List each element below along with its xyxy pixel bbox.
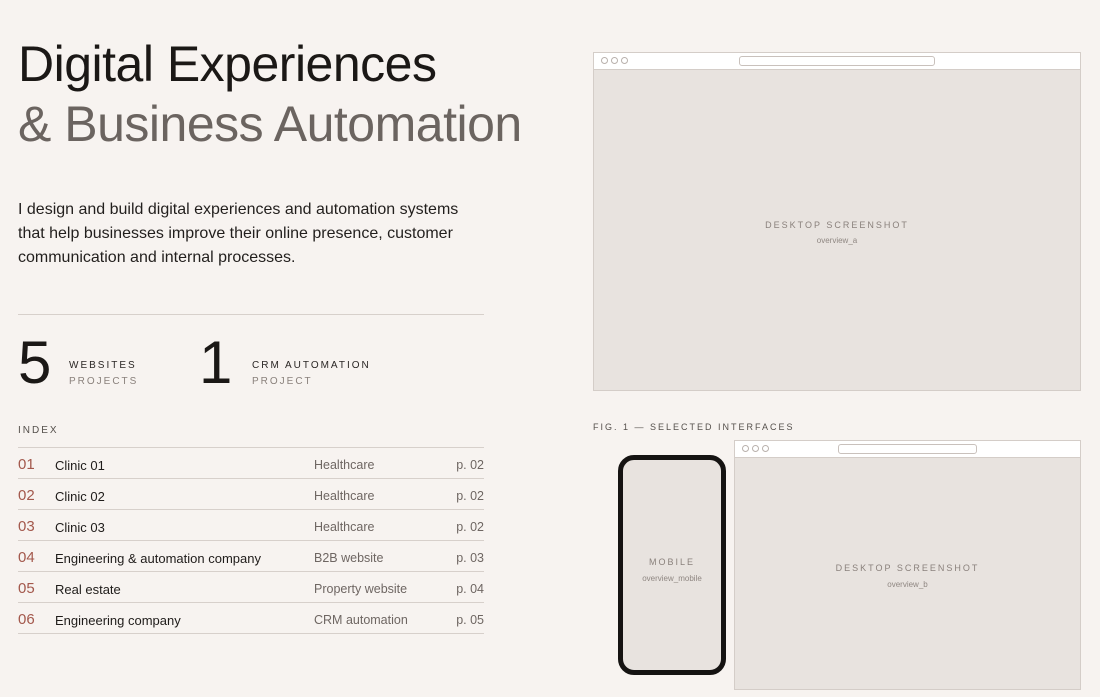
stat-sublabel: PROJECT <box>252 376 313 387</box>
index-number: 02 <box>18 487 35 504</box>
index-row[interactable]: 03 Clinic 03 Healthcare p. 02 <box>18 509 484 540</box>
stat-number: 1 <box>199 329 233 396</box>
index-page: p. 02 <box>456 489 484 503</box>
index-table: 01 Clinic 01 Healthcare p. 02 02 Clinic … <box>18 447 484 634</box>
window-dot-icon <box>742 445 749 452</box>
mobile-label: MOBILE <box>648 557 695 567</box>
intro-text: I design and build digital experiences a… <box>18 201 459 266</box>
index-project-name: Clinic 03 <box>55 520 105 535</box>
index-number: 04 <box>18 549 35 566</box>
index-category: Property website <box>314 582 408 596</box>
window-dot-icon <box>621 57 628 64</box>
index-number: 06 <box>18 611 35 628</box>
screenshot-sublabel: overview_a <box>816 236 858 245</box>
index-page: p. 02 <box>456 458 484 472</box>
index-category: Healthcare <box>314 458 375 472</box>
screenshot-sublabel: overview_b <box>887 580 928 589</box>
index-row[interactable]: 04 Engineering & automation company B2B … <box>18 540 484 571</box>
index-project-name: Clinic 01 <box>55 458 105 473</box>
screenshot-label: DESKTOP SCREENSHOT <box>835 563 980 573</box>
index-category: CRM automation <box>314 613 408 627</box>
stat-number: 5 <box>18 329 52 396</box>
desktop-mockup-b: DESKTOP SCREENSHOT overview_b <box>734 440 1081 690</box>
stat-label: WEBSITES <box>69 360 137 371</box>
index-project-name: Engineering company <box>55 613 181 628</box>
stat-label: CRM AUTOMATION <box>252 360 371 371</box>
index-page: p. 02 <box>456 520 484 534</box>
figure-caption: FIG. 1 — SELECTED INTERFACES <box>593 422 795 432</box>
index-row[interactable]: 05 Real estate Property website p. 04 <box>18 571 484 602</box>
window-dot-icon <box>601 57 608 64</box>
index-row[interactable]: 02 Clinic 02 Healthcare p. 02 <box>18 478 484 509</box>
index-project-name: Clinic 02 <box>55 489 105 504</box>
index-row[interactable]: 06 Engineering company CRM automation p.… <box>18 602 484 634</box>
index-number: 05 <box>18 580 35 597</box>
address-bar <box>739 56 935 66</box>
hero-title-line1: Digital Experiences <box>18 36 437 92</box>
window-dot-icon <box>752 445 759 452</box>
mobile-mockup: MOBILE overview_mobile <box>618 455 726 675</box>
index-page: p. 04 <box>456 582 484 596</box>
window-dot-icon <box>762 445 769 452</box>
index-page: p. 05 <box>456 613 484 627</box>
index-heading: INDEX <box>18 425 59 436</box>
window-dot-icon <box>611 57 618 64</box>
index-project-name: Engineering & automation company <box>55 551 261 566</box>
index-number: 01 <box>18 456 35 473</box>
index-project-name: Real estate <box>55 582 121 597</box>
address-bar <box>838 444 977 454</box>
index-number: 03 <box>18 518 35 535</box>
hero-title-line2: & Business Automation <box>18 96 522 152</box>
index-category: Healthcare <box>314 520 375 534</box>
stat-sublabel: PROJECTS <box>69 376 139 387</box>
browser-toolbar <box>594 53 1080 70</box>
browser-toolbar <box>735 441 1080 458</box>
index-page: p. 03 <box>456 551 484 565</box>
index-category: B2B website <box>314 551 384 565</box>
index-row[interactable]: 01 Clinic 01 Healthcare p. 02 <box>18 447 484 478</box>
divider <box>18 314 484 315</box>
screenshot-label: DESKTOP SCREENSHOT <box>765 220 909 230</box>
mobile-sublabel: overview_mobile <box>642 574 702 583</box>
index-category: Healthcare <box>314 489 375 503</box>
desktop-mockup-a: DESKTOP SCREENSHOT overview_a <box>593 52 1081 391</box>
